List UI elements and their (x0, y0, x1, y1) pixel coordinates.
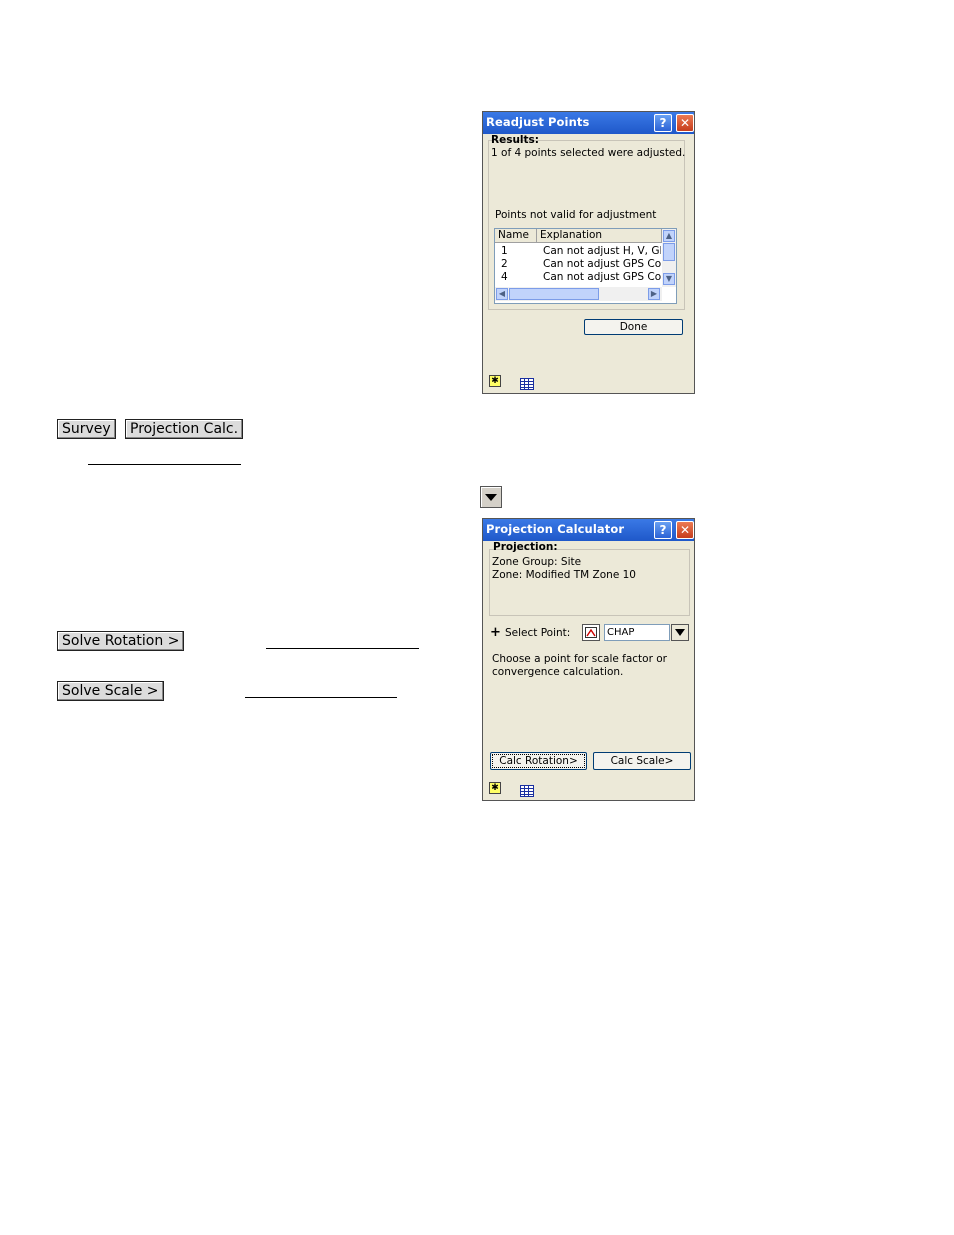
table-row[interactable]: 2 Can not adjust GPS Con (495, 258, 662, 271)
window-title: Projection Calculator (486, 522, 625, 536)
window-title: Readjust Points (486, 115, 590, 129)
column-header-explanation[interactable]: Explanation (537, 229, 662, 243)
grid-icon[interactable] (520, 782, 534, 797)
projection-label: Projection: (493, 541, 558, 553)
zone-group-text: Zone Group: Site (492, 556, 582, 568)
vertical-scrollbar[interactable]: ▲ ▼ (662, 229, 676, 287)
vertical-scroll-thumb[interactable] (663, 243, 675, 261)
scroll-right-icon[interactable]: ▶ (648, 288, 660, 300)
select-point-input[interactable] (604, 624, 670, 641)
horizontal-scrollbar[interactable]: ◀ ▶ (495, 287, 662, 301)
results-label: Results: (491, 134, 539, 146)
star-icon[interactable]: ✱ (489, 375, 501, 387)
row-name: 2 (501, 258, 508, 270)
horizontal-scroll-thumb[interactable] (509, 288, 599, 300)
plus-icon[interactable]: + (490, 625, 501, 640)
close-icon[interactable]: ✕ (676, 521, 694, 539)
calc-scale-button[interactable]: Calc Scale> (593, 752, 691, 770)
column-header-name[interactable]: Name (495, 229, 537, 243)
point-pick-icon[interactable] (582, 624, 600, 641)
survey-button[interactable]: Survey (57, 419, 116, 439)
invalid-points-table[interactable]: Name Explanation 1 Can not adjust H, V, … (494, 228, 677, 304)
star-icon[interactable]: ✱ (489, 782, 501, 794)
row-name: 4 (501, 271, 508, 283)
scroll-left-icon[interactable]: ◀ (496, 288, 508, 300)
select-point-label: Select Point: (505, 627, 571, 639)
invalid-points-label: Points not valid for adjustment (495, 209, 657, 221)
hint-line-2: convergence calculation. (492, 666, 624, 678)
scroll-up-icon[interactable]: ▲ (663, 230, 675, 242)
zone-text: Zone: Modified TM Zone 10 (492, 569, 636, 581)
help-icon[interactable]: ? (654, 521, 672, 539)
blank-underline (266, 648, 419, 649)
row-explanation: Can not adjust GPS Con (543, 258, 661, 270)
close-icon[interactable]: ✕ (676, 114, 694, 132)
readjust-points-window: Readjust Points ? ✕ Results: 1 of 4 poin… (482, 111, 695, 394)
blank-underline (245, 697, 397, 698)
scroll-down-icon[interactable]: ▼ (663, 273, 675, 285)
title-bar: Readjust Points ? ✕ (483, 112, 694, 134)
chevron-down-icon[interactable] (671, 624, 689, 641)
blank-underline (88, 464, 241, 465)
row-explanation: Can not adjust GPS Con (543, 271, 661, 283)
table-row[interactable]: 4 Can not adjust GPS Con (495, 271, 662, 284)
grid-icon[interactable] (520, 375, 534, 390)
calc-rotation-button[interactable]: Calc Rotation> (490, 752, 587, 770)
title-bar: Projection Calculator ? ✕ (483, 519, 694, 541)
hint-line-1: Choose a point for scale factor or (492, 653, 667, 665)
row-name: 1 (501, 245, 508, 257)
dropdown-arrow-icon (480, 486, 502, 508)
table-row[interactable]: 1 Can not adjust H, V, GPS (495, 245, 662, 258)
help-icon[interactable]: ? (654, 114, 672, 132)
solve-scale-button[interactable]: Solve Scale > (57, 681, 164, 701)
done-button[interactable]: Done (584, 319, 683, 335)
solve-rotation-button[interactable]: Solve Rotation > (57, 631, 185, 651)
row-explanation: Can not adjust H, V, GPS (543, 245, 661, 257)
results-text: 1 of 4 points selected were adjusted. (491, 147, 686, 159)
projection-calc-button[interactable]: Projection Calc. (125, 419, 244, 439)
projection-calculator-window: Projection Calculator ? ✕ Projection: Zo… (482, 518, 695, 801)
